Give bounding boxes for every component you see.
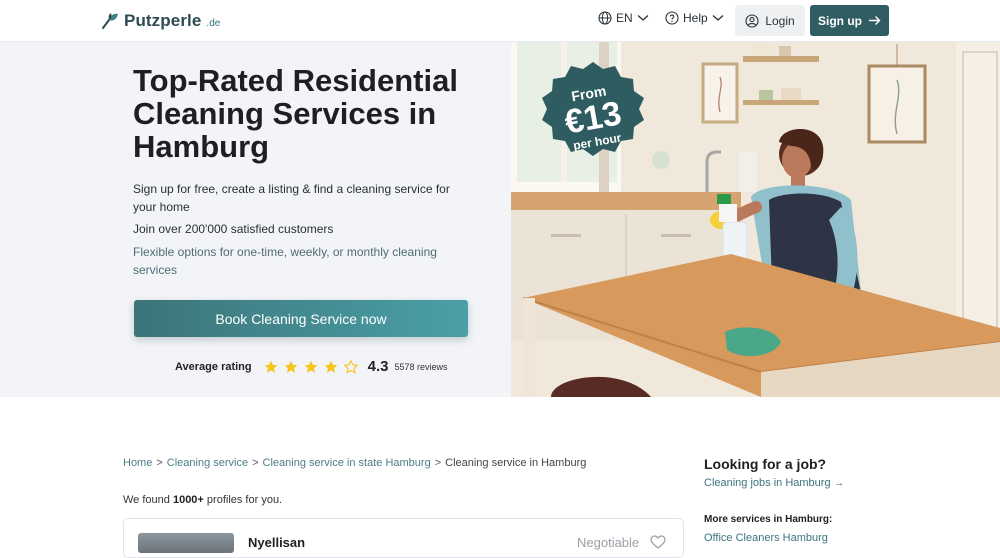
breadcrumb: Home > Cleaning service > Cleaning servi…	[123, 457, 586, 469]
breadcrumb-home[interactable]: Home	[123, 457, 152, 469]
star-outline-icon	[343, 359, 358, 374]
arrow-right-icon	[869, 16, 881, 25]
results-suffix: profiles for you.	[203, 494, 283, 506]
breadcrumb-state-hamburg[interactable]: Cleaning service in state Hamburg	[263, 457, 431, 469]
login-label: Login	[765, 13, 795, 28]
hero-text-signup: Sign up for free, create a listing & fin…	[133, 182, 450, 214]
rating-count: 5578 reviews	[394, 361, 448, 372]
profile-photo	[138, 533, 234, 553]
brand-tld: .de	[206, 18, 221, 29]
results-count: We found 1000+ profiles for you.	[123, 494, 282, 506]
profile-name: Nyellisan	[248, 535, 306, 550]
breadcrumb-current: Cleaning service in Hamburg	[445, 457, 587, 469]
brand-logo[interactable]: Putzperle .de	[100, 11, 220, 31]
cleaning-jobs-link[interactable]: Cleaning jobs in Hamburg →	[704, 477, 845, 489]
signup-label: Sign up	[818, 13, 862, 28]
chevron-down-icon	[712, 15, 724, 21]
more-services-title: More services in Hamburg:	[704, 514, 833, 525]
chevron-down-icon	[637, 15, 649, 21]
hero-text-options: Flexible options for one-time, weekly, o…	[133, 245, 437, 277]
question-circle-icon	[665, 11, 679, 25]
rating-value: 4.3	[367, 358, 389, 375]
user-icon	[745, 13, 759, 28]
breadcrumb-separator: >	[434, 457, 442, 469]
star-full-icon	[284, 360, 297, 373]
breadcrumb-separator: >	[156, 457, 163, 469]
language-label: EN	[616, 11, 633, 25]
star-full-icon	[304, 360, 317, 373]
feather-duster-icon	[102, 13, 118, 29]
language-selector[interactable]: EN	[598, 11, 649, 25]
star-full-icon	[324, 360, 337, 373]
results-prefix: We found	[123, 494, 173, 506]
breadcrumb-cleaning-service[interactable]: Cleaning service	[167, 457, 248, 469]
star-full-icon	[264, 360, 277, 373]
top-navbar: Putzperle .de EN Help Login Sign up	[0, 0, 1000, 42]
brand-name: Putzperle	[124, 11, 202, 30]
results-number: 1000+	[172, 494, 204, 506]
profile-card[interactable]: Nyellisan Negotiable	[123, 518, 684, 558]
average-rating: Average rating 4.3 5578 reviews	[175, 358, 448, 375]
hero-text-customers: Join over 200'000 satisfied customers	[133, 222, 334, 236]
profile-price: Negotiable	[577, 535, 640, 550]
job-section-title: Looking for a job?	[704, 456, 827, 472]
help-menu[interactable]: Help	[665, 11, 724, 25]
globe-icon	[598, 11, 612, 25]
hero-title: Top-Rated Residential Cleaning Services …	[133, 63, 458, 164]
help-label: Help	[683, 11, 708, 25]
office-cleaners-link[interactable]: Office Cleaners Hamburg	[704, 532, 828, 544]
hero-photo: From €13 per hour	[511, 42, 1000, 397]
login-button[interactable]: Login	[735, 5, 805, 36]
book-cleaning-button[interactable]: Book Cleaning Service now	[134, 300, 468, 337]
breadcrumb-separator: >	[252, 457, 259, 469]
rating-label: Average rating	[175, 360, 252, 373]
heart-icon[interactable]	[650, 535, 666, 549]
signup-button[interactable]: Sign up	[810, 5, 889, 36]
